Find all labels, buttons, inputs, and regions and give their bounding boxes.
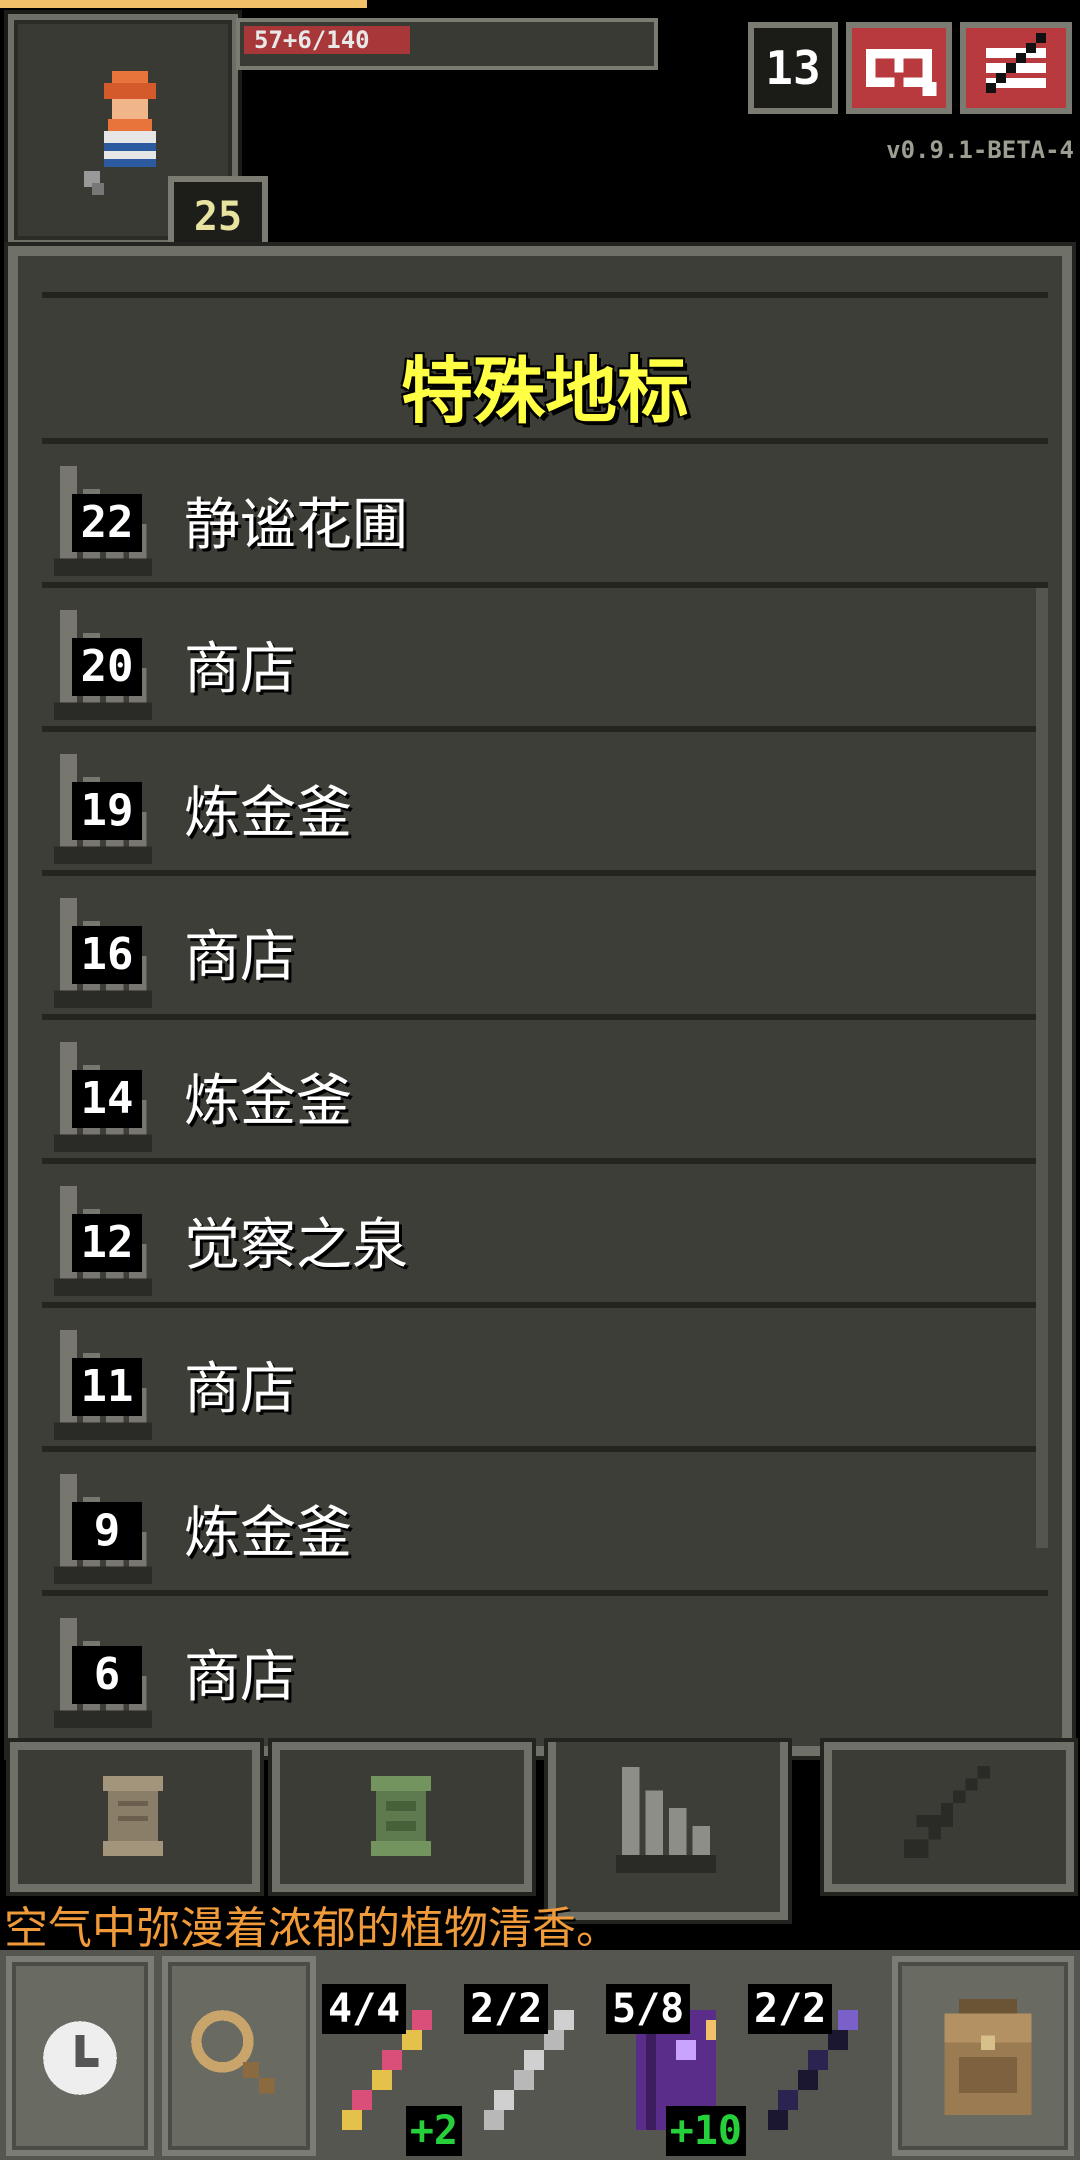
landmark-depth: 16 xyxy=(72,926,142,984)
landmark-name: 炼金釜 xyxy=(184,1501,352,1566)
plant-tab-icon xyxy=(371,1776,431,1856)
quickslot-2[interactable]: 2/2 xyxy=(464,1960,604,2156)
sword-tab-icon xyxy=(904,1766,990,1858)
landmark-depth: 12 xyxy=(72,1214,142,1272)
menu-button[interactable] xyxy=(960,22,1072,114)
landmark-name: 炼金釜 xyxy=(184,1069,352,1134)
experience-bar xyxy=(0,0,367,8)
quickslot-1[interactable]: 4/4 +2 xyxy=(322,1960,462,2156)
quickslot-1-bonus: +2 xyxy=(405,2106,462,2156)
landmark-name: 商店 xyxy=(184,1645,296,1710)
tab-weapons[interactable] xyxy=(824,1742,1074,1892)
landmark-depth: 20 xyxy=(72,638,142,696)
window-title: 特殊地标 xyxy=(400,349,689,433)
landmark-row[interactable]: 9 炼金釜 xyxy=(42,1446,1048,1590)
landmark-row[interactable]: 19 炼金釜 xyxy=(42,726,1048,870)
backpack-icon xyxy=(944,1999,1032,2115)
backpack-button[interactable] xyxy=(892,1956,1074,2156)
landmark-name: 觉察之泉 xyxy=(184,1213,408,1278)
hero-avatar-icon xyxy=(84,71,156,195)
quickslot-2-count: 2/2 xyxy=(464,1984,549,2034)
landmark-depth: 14 xyxy=(72,1070,142,1128)
landmark-name: 商店 xyxy=(184,1357,296,1422)
quickslot-3-bonus: +10 xyxy=(665,2106,746,2156)
landmark-row[interactable]: 12 觉察之泉 xyxy=(42,1158,1048,1302)
landmark-row[interactable]: 6 商店 xyxy=(42,1590,1048,1734)
version-label: v0.9.1-BETA-4 xyxy=(886,136,1074,164)
health-text: 57+6/140 xyxy=(254,26,370,54)
landmark-list: 22 静谧花圃 20 商店 19 炼金釜 16 商店 14 炼金釜 12 觉察之泉 11 商店 9 炼金釜 6 商… xyxy=(42,438,1048,1734)
journal-icon xyxy=(866,49,937,97)
wait-button[interactable] xyxy=(6,1956,154,2156)
landmarks-window: 特殊地标 22 静谧花圃 20 商店 19 炼金釜 16 商店 14 炼金釜 12 觉察之泉 11 商店 9… xyxy=(8,246,1072,1756)
quickslot-4-count: 2/2 xyxy=(748,1984,833,2034)
game-log-message: 空气中弥漫着浓郁的植物清香。 xyxy=(4,1903,620,1954)
landmark-depth: 9 xyxy=(72,1502,142,1560)
quickslot-1-count: 4/4 xyxy=(322,1984,407,2034)
list-scrollbar[interactable] xyxy=(1036,588,1048,1548)
health-bar: 57+6/140 xyxy=(236,18,658,70)
menu-icon xyxy=(986,33,1046,93)
landmark-depth: 11 xyxy=(72,1358,142,1416)
quickslot-4[interactable]: 2/2 xyxy=(748,1960,888,2156)
tab-scrolls[interactable] xyxy=(10,1742,260,1892)
dungeon-depth-indicator[interactable]: 13 xyxy=(748,22,838,114)
scroll-tab-icon xyxy=(103,1776,163,1856)
landmark-name: 炼金釜 xyxy=(184,781,352,846)
stairs-tab-icon xyxy=(616,1766,717,1873)
landmark-name: 商店 xyxy=(184,925,296,990)
quickslot-3[interactable]: 5/8 +10 xyxy=(606,1960,746,2156)
landmark-name: 静谧花圃 xyxy=(184,493,408,558)
landmark-depth: 6 xyxy=(72,1646,142,1704)
search-button[interactable] xyxy=(162,1956,316,2156)
landmark-row[interactable]: 14 炼金釜 xyxy=(42,1014,1048,1158)
quickslot-3-count: 5/8 xyxy=(606,1984,691,2034)
landmark-row[interactable]: 20 商店 xyxy=(42,582,1048,726)
landmark-row[interactable]: 16 商店 xyxy=(42,870,1048,1014)
journal-button[interactable] xyxy=(846,22,952,114)
landmarks-panel: 特殊地标 22 静谧花圃 20 商店 19 炼金釜 16 商店 14 炼金釜 12 觉察之泉 11 商店 9… xyxy=(42,292,1048,1738)
landmark-name: 商店 xyxy=(184,637,296,702)
landmark-depth: 22 xyxy=(72,494,142,552)
tab-plants[interactable] xyxy=(272,1742,532,1892)
magnifier-icon xyxy=(191,2010,275,2094)
landmark-row[interactable]: 22 静谧花圃 xyxy=(42,438,1048,582)
landmark-depth: 19 xyxy=(72,782,142,840)
clock-icon xyxy=(43,2021,117,2095)
landmark-row[interactable]: 11 商店 xyxy=(42,1302,1048,1446)
